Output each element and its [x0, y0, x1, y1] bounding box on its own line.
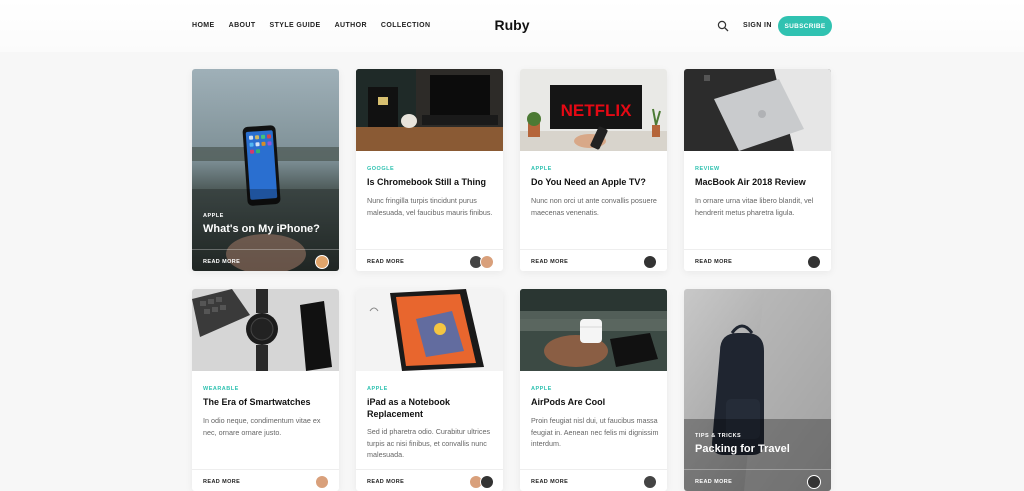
post-category[interactable]: APPLE: [203, 213, 224, 219]
post-title[interactable]: The Era of Smartwatches: [203, 397, 329, 409]
read-more-link[interactable]: READ MORE: [531, 259, 568, 265]
main-nav: HOME ABOUT STYLE GUIDE AUTHOR COLLECTION: [192, 22, 444, 29]
read-more-link[interactable]: READ MORE: [203, 479, 240, 485]
post-footer: READ MORE: [356, 469, 503, 491]
post-excerpt: In ornare urna vitae libero blandit, vel…: [695, 196, 814, 217]
post-category[interactable]: REVIEW: [695, 166, 720, 172]
post-title[interactable]: What's on My iPhone?: [203, 223, 329, 236]
post-image[interactable]: [192, 289, 339, 371]
post-card[interactable]: REVIEW MacBook Air 2018 Review In ornare…: [684, 69, 831, 271]
read-more-link[interactable]: READ MORE: [367, 479, 404, 485]
author-avatar[interactable]: [643, 475, 657, 489]
post-card[interactable]: WEARABLE The Era of Smartwatches In odio…: [192, 289, 339, 491]
author-avatar[interactable]: [315, 255, 329, 269]
post-footer: READ MORE: [192, 469, 339, 491]
post-image[interactable]: [520, 289, 667, 371]
post-image[interactable]: NETFLIX: [520, 69, 667, 151]
search-icon[interactable]: [717, 20, 729, 32]
post-category[interactable]: APPLE: [531, 166, 552, 172]
subscribe-button[interactable]: SUBSCRIBE: [778, 16, 832, 36]
post-excerpt: Sed id pharetra odio. Curabitur ultrices…: [367, 427, 491, 459]
post-title[interactable]: MacBook Air 2018 Review: [695, 177, 821, 189]
post-image[interactable]: [192, 69, 339, 271]
read-more-link[interactable]: READ MORE: [695, 479, 732, 485]
post-card[interactable]: TIPS & TRICKS Packing for Travel READ MO…: [684, 289, 831, 491]
post-title[interactable]: Packing for Travel: [695, 443, 821, 456]
nav-home[interactable]: HOME: [192, 22, 215, 29]
read-more-link[interactable]: READ MORE: [695, 259, 732, 265]
post-excerpt: Proin feugiat nisl dui, ut faucibus mass…: [531, 416, 659, 448]
read-more-link[interactable]: READ MORE: [367, 259, 404, 265]
post-card[interactable]: APPLE What's on My iPhone? READ MORE: [192, 69, 339, 271]
post-category[interactable]: WEARABLE: [203, 386, 239, 392]
post-category[interactable]: TIPS & TRICKS: [695, 433, 741, 439]
post-title[interactable]: iPad as a Notebook Replacement: [367, 397, 493, 420]
post-title[interactable]: Do You Need an Apple TV?: [531, 177, 657, 189]
author-avatar[interactable]: [315, 475, 329, 489]
nav-about[interactable]: ABOUT: [229, 22, 256, 29]
post-excerpt: Nunc fringilla turpis tincidunt purus ma…: [367, 196, 493, 217]
site-logo-wrap: Ruby: [0, 17, 1024, 33]
author-avatar[interactable]: [480, 255, 494, 269]
post-card[interactable]: GOOGLE Is Chromebook Still a Thing Nunc …: [356, 69, 503, 271]
post-title[interactable]: Is Chromebook Still a Thing: [367, 177, 493, 189]
nav-author[interactable]: AUTHOR: [335, 22, 367, 29]
post-category[interactable]: APPLE: [531, 386, 552, 392]
netflix-logo: NETFLIX: [561, 101, 632, 120]
post-image[interactable]: [684, 289, 831, 491]
nav-style-guide[interactable]: STYLE GUIDE: [270, 22, 321, 29]
nav-collection[interactable]: COLLECTION: [381, 22, 431, 29]
post-card[interactable]: NETFLIX APPLE Do You Need an Apple TV? N…: [520, 69, 667, 271]
author-avatar[interactable]: [643, 255, 657, 269]
post-excerpt: Nunc non orci ut ante convallis posuere …: [531, 196, 657, 217]
post-card[interactable]: APPLE AirPods Are Cool Proin feugiat nis…: [520, 289, 667, 491]
read-more-link[interactable]: READ MORE: [531, 479, 568, 485]
site-header: HOME ABOUT STYLE GUIDE AUTHOR COLLECTION…: [0, 0, 1024, 52]
post-footer: READ MORE: [684, 249, 831, 271]
post-title[interactable]: AirPods Are Cool: [531, 397, 657, 409]
site-logo[interactable]: Ruby: [495, 17, 530, 33]
post-card[interactable]: APPLE iPad as a Notebook Replacement Sed…: [356, 289, 503, 491]
read-more-link[interactable]: READ MORE: [203, 259, 240, 265]
post-footer: READ MORE: [192, 249, 339, 271]
post-excerpt: In odio neque, condimentum vitae ex nec,…: [203, 416, 321, 437]
post-image[interactable]: [684, 69, 831, 151]
author-avatar[interactable]: [807, 475, 821, 489]
post-footer: READ MORE: [684, 469, 831, 491]
post-image[interactable]: [356, 69, 503, 151]
post-category[interactable]: GOOGLE: [367, 166, 394, 172]
post-category[interactable]: APPLE: [367, 386, 388, 392]
author-avatar[interactable]: [480, 475, 494, 489]
post-footer: READ MORE: [520, 249, 667, 271]
post-footer: READ MORE: [356, 249, 503, 271]
post-footer: READ MORE: [520, 469, 667, 491]
sign-in-link[interactable]: SIGN IN: [743, 22, 772, 29]
author-avatar[interactable]: [807, 255, 821, 269]
post-image[interactable]: [356, 289, 503, 371]
